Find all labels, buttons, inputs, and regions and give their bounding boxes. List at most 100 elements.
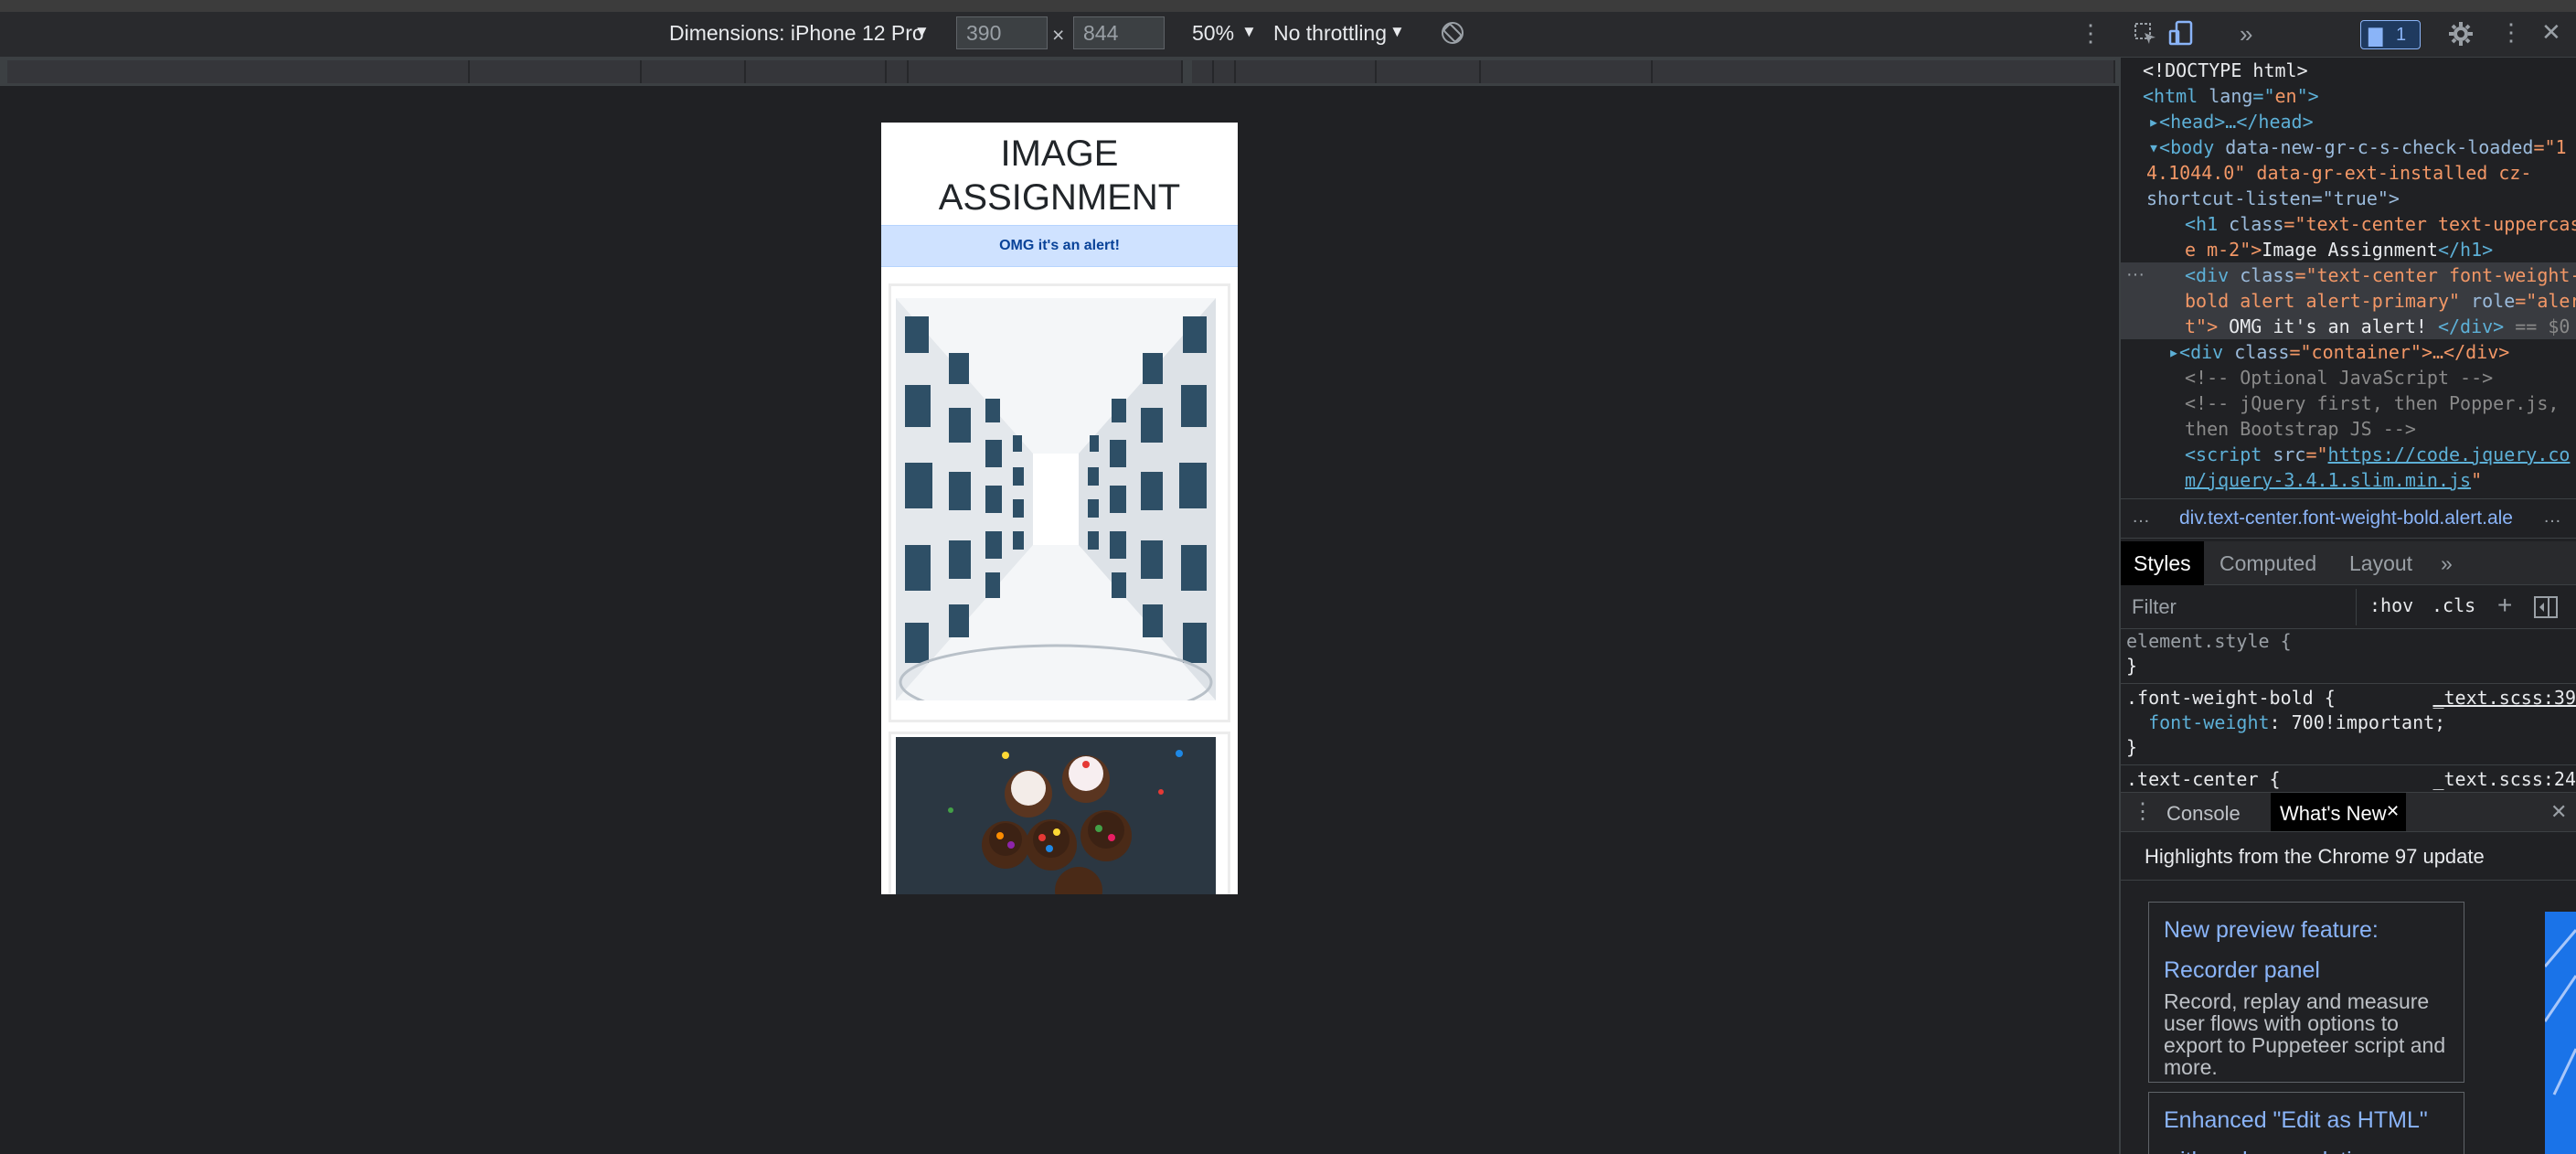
media-query-segment[interactable] xyxy=(642,60,746,83)
tree-line[interactable]: m/jquery-3.4.1.slim.min.js" xyxy=(2130,467,2576,493)
media-query-bar[interactable] xyxy=(0,58,2119,86)
cls-button[interactable]: .cls xyxy=(2432,594,2475,616)
style-source-link[interactable]: _text.scss:39 xyxy=(2432,686,2576,711)
tree-line[interactable]: bold alert alert-primary" role="aler xyxy=(2130,288,2576,314)
tab-computed[interactable]: Computed xyxy=(2207,541,2329,585)
close-drawer-icon[interactable]: ✕ xyxy=(2550,800,2567,824)
window-top-strip xyxy=(0,0,2576,12)
whats-new-content: Highlights from the Chrome 97 update New… xyxy=(2121,832,2576,1154)
height-input[interactable]: 844 xyxy=(1073,16,1165,49)
tree-line[interactable]: <h1 class="text-center text-uppercas xyxy=(2130,211,2576,237)
throttling-caret-icon[interactable]: ▼ xyxy=(1389,23,1405,41)
tree-line[interactable]: shortcut-listen="true"> xyxy=(2130,186,2576,211)
style-rule-line[interactable]: .font-weight-bold {_text.scss:39 xyxy=(2121,683,2576,711)
cupcakes-photo xyxy=(896,737,1216,894)
breadcrumb[interactable]: div.text-center.font-weight-bold.alert.a… xyxy=(2179,508,2513,529)
tab-whats-new[interactable]: What's New ✕ xyxy=(2271,793,2406,831)
tab-whats-new-label: What's New xyxy=(2280,802,2387,825)
media-query-segment[interactable] xyxy=(1481,60,1653,83)
media-query-segment[interactable] xyxy=(1653,60,2115,83)
toggle-sidebar-icon[interactable] xyxy=(2534,596,2558,618)
tab-layout[interactable]: Layout xyxy=(2336,541,2425,585)
more-options-icon[interactable]: ⋮ xyxy=(2079,21,2102,45)
styles-tabbar: Styles Computed Layout » xyxy=(2121,541,2576,585)
whats-new-image xyxy=(2545,912,2576,1154)
divider xyxy=(2121,880,2576,881)
more-tabs-icon[interactable]: » xyxy=(2240,22,2252,46)
close-devtools-icon[interactable]: ✕ xyxy=(2541,20,2561,44)
media-query-segment[interactable] xyxy=(1192,60,1214,83)
tree-line[interactable]: e m-2">Image Assignment</h1> xyxy=(2130,237,2576,262)
tree-line[interactable]: <!-- jQuery first, then Popper.js, xyxy=(2130,390,2576,416)
style-rule-line[interactable]: } xyxy=(2121,735,2576,760)
throttling-dropdown[interactable]: No throttling xyxy=(1273,21,1387,46)
card-subtitle[interactable]: Recorder panel xyxy=(2164,950,2449,990)
issues-icon: ▇ xyxy=(2368,27,2383,47)
tree-line[interactable]: <html lang="en"> xyxy=(2130,83,2576,109)
media-query-segment[interactable] xyxy=(746,60,887,83)
tree-line[interactable]: <!DOCTYPE html> xyxy=(2130,58,2576,83)
dimensions-dropdown[interactable]: Dimensions: iPhone 12 Pro xyxy=(669,21,924,46)
filter-input[interactable]: Filter xyxy=(2121,589,2357,625)
width-input[interactable]: 390 xyxy=(956,16,1048,49)
media-query-segment[interactable] xyxy=(470,60,642,83)
breadcrumb-bar: … div.text-center.font-weight-bold.alert… xyxy=(2121,498,2576,539)
building-photo xyxy=(896,298,1216,700)
media-query-segment[interactable] xyxy=(7,60,470,83)
tree-line[interactable]: <!-- Optional JavaScript --> xyxy=(2130,365,2576,390)
media-query-segment[interactable] xyxy=(887,60,909,83)
whats-new-card[interactable]: Enhanced "Edit as HTML" with code comple… xyxy=(2148,1092,2464,1154)
tree-line[interactable]: <script src="https://code.jquery.co xyxy=(2130,442,2576,467)
rotate-icon[interactable] xyxy=(1441,21,1464,45)
styles-filter-row: Filter :hov .cls + xyxy=(2121,585,2576,629)
alert-banner: OMG it's an alert! xyxy=(881,225,1238,267)
more-style-tabs-icon[interactable]: » xyxy=(2428,541,2465,585)
media-query-segment[interactable] xyxy=(1377,60,1481,83)
page-title: IMAGE ASSIGNMENT xyxy=(938,134,1181,218)
hov-button[interactable]: :hov xyxy=(2369,594,2413,616)
dimensions-caret-icon[interactable]: ▼ xyxy=(914,23,930,41)
settings-gear-icon[interactable] xyxy=(2448,21,2474,47)
style-rule-line[interactable]: .text-center {_text.scss:24 xyxy=(2121,764,2576,792)
breadcrumb-left-ellipsis[interactable]: … xyxy=(2132,507,2150,528)
tab-styles[interactable]: Styles xyxy=(2121,541,2204,585)
filter-placeholder: Filter xyxy=(2132,595,2177,618)
tree-line[interactable]: <div class="text-center font-weight- xyxy=(2130,262,2576,288)
tree-line[interactable]: ▸<head>…</head> xyxy=(2130,109,2576,134)
new-style-rule-icon[interactable]: + xyxy=(2497,591,2512,620)
tree-line[interactable]: ▾<body data-new-gr-c-s-check-loaded="1 xyxy=(2130,134,2576,160)
style-rule-line[interactable]: } xyxy=(2121,654,2576,679)
tree-line[interactable]: 4.1044.0" data-gr-ext-installed cz- xyxy=(2130,160,2576,186)
card-description: Record, replay and measure user flows wi… xyxy=(2164,989,2446,1079)
devtools-menu-icon[interactable]: ⋮ xyxy=(2499,20,2523,44)
device-toggle-icon[interactable] xyxy=(2168,20,2194,48)
tree-line[interactable]: t"> OMG it's an alert! </div> == $0 xyxy=(2130,314,2576,339)
media-query-segment[interactable] xyxy=(1214,60,1236,83)
tree-line[interactable]: ▸<div class="container">…</div> xyxy=(2130,339,2576,365)
breadcrumb-right-ellipsis[interactable]: … xyxy=(2543,507,2561,528)
card-subtitle[interactable]: with code completion xyxy=(2164,1140,2449,1154)
drawer-menu-icon[interactable]: ⋮ xyxy=(2132,798,2154,825)
style-rule-line[interactable]: font-weight: 700!important; xyxy=(2121,711,2576,735)
tab-console[interactable]: Console xyxy=(2166,802,2241,826)
issues-badge[interactable]: ▇ 1 xyxy=(2360,20,2421,49)
inspect-element-icon[interactable] xyxy=(2134,22,2157,46)
zoom-dropdown[interactable]: 50% xyxy=(1192,21,1234,46)
style-rule-line[interactable]: element.style { xyxy=(2121,629,2576,654)
close-tab-icon[interactable]: ✕ xyxy=(2386,802,2400,821)
whats-new-header: Highlights from the Chrome 97 update xyxy=(2145,845,2485,868)
device-toolbar: Dimensions: iPhone 12 Pro ▼ 390 × 844 50… xyxy=(0,12,2119,58)
elements-tree[interactable]: <!DOCTYPE html> <html lang="en"> ▸<head>…<… xyxy=(2130,58,2576,497)
zoom-caret-icon[interactable]: ▼ xyxy=(1241,23,1257,41)
media-query-segment[interactable] xyxy=(1236,60,1377,83)
whats-new-card[interactable]: New preview feature: Recorder panel Reco… xyxy=(2148,902,2464,1083)
style-source-link[interactable]: _text.scss:24 xyxy=(2432,767,2576,792)
card-title[interactable]: New preview feature: xyxy=(2164,910,2449,950)
device-viewport[interactable]: IMAGE ASSIGNMENT OMG it's an alert! xyxy=(881,123,1238,894)
issues-count: 1 xyxy=(2396,25,2407,45)
tree-line[interactable]: then Bootstrap JS --> xyxy=(2130,416,2576,442)
times-separator: × xyxy=(1052,23,1065,47)
card-title[interactable]: Enhanced "Edit as HTML" xyxy=(2164,1100,2449,1140)
media-query-segment[interactable] xyxy=(909,60,1183,83)
styles-rules[interactable]: element.style {} .font-weight-bold {_text… xyxy=(2121,629,2576,794)
